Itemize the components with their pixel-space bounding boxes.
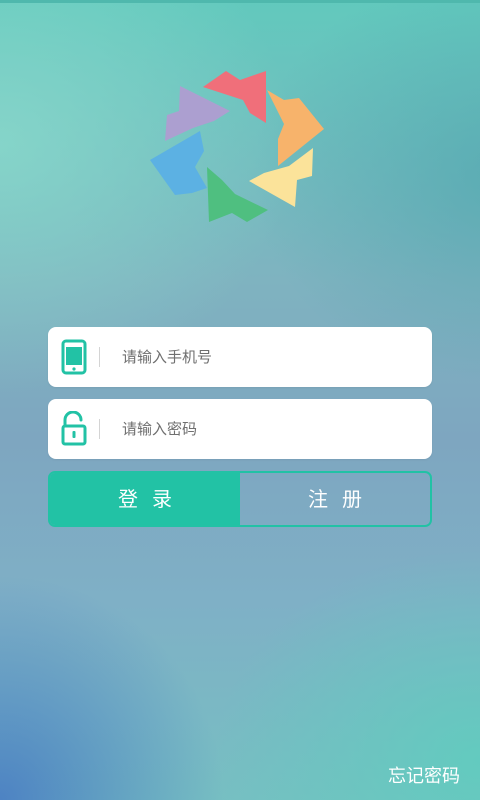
pinwheel-logo	[150, 71, 324, 222]
smartphone-icon	[61, 339, 87, 375]
password-input[interactable]	[122, 399, 412, 459]
logo-petal-orange	[267, 90, 324, 166]
forgot-password-link[interactable]: 忘记密码	[388, 762, 460, 788]
field-divider	[99, 419, 100, 439]
register-button[interactable]: 注册	[240, 473, 430, 525]
password-field[interactable]	[48, 399, 432, 459]
phone-input[interactable]	[122, 327, 412, 387]
login-button[interactable]: 登录	[50, 473, 240, 525]
auth-button-group: 登录 注册	[48, 471, 432, 527]
logo-petal-green	[207, 167, 268, 222]
unlock-icon	[61, 411, 87, 446]
logo-petal-blue	[150, 131, 207, 195]
phone-field[interactable]	[48, 327, 432, 387]
status-bar	[0, 0, 480, 3]
field-divider	[99, 347, 100, 367]
